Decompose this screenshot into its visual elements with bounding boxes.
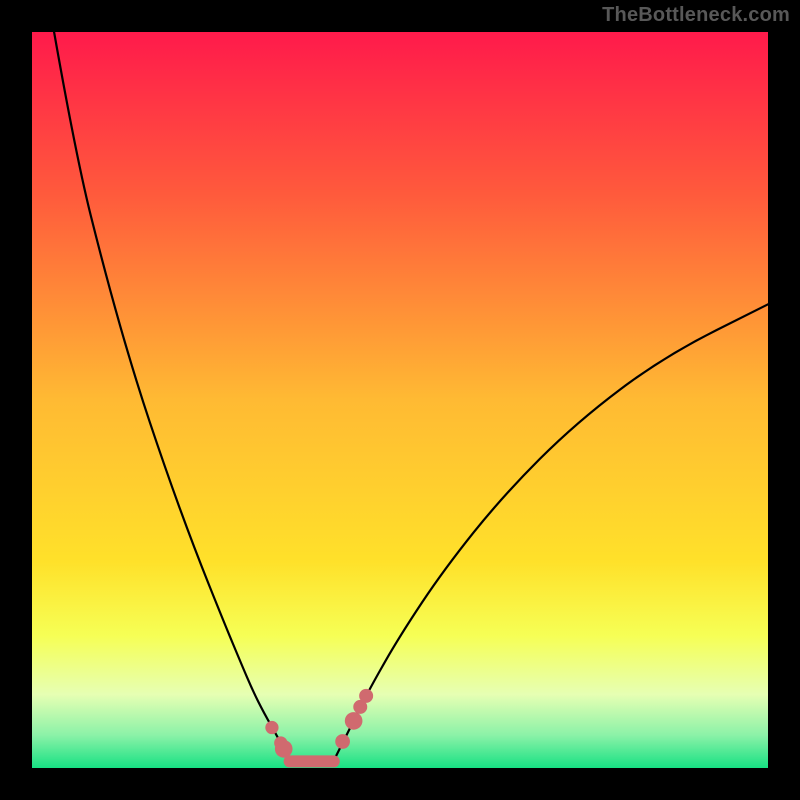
marker-dots <box>265 689 373 758</box>
watermark-text: TheBottleneck.com <box>602 4 790 27</box>
chart-stage: TheBottleneck.com <box>0 0 800 800</box>
curve-layer <box>32 32 768 768</box>
marker-dot <box>359 689 373 703</box>
marker-dot <box>275 740 293 758</box>
marker-dot <box>335 734 350 749</box>
left-curve <box>54 32 290 761</box>
right-curve <box>334 304 768 760</box>
marker-dot <box>265 721 278 734</box>
marker-dot <box>345 712 363 730</box>
plot-area <box>32 32 768 768</box>
